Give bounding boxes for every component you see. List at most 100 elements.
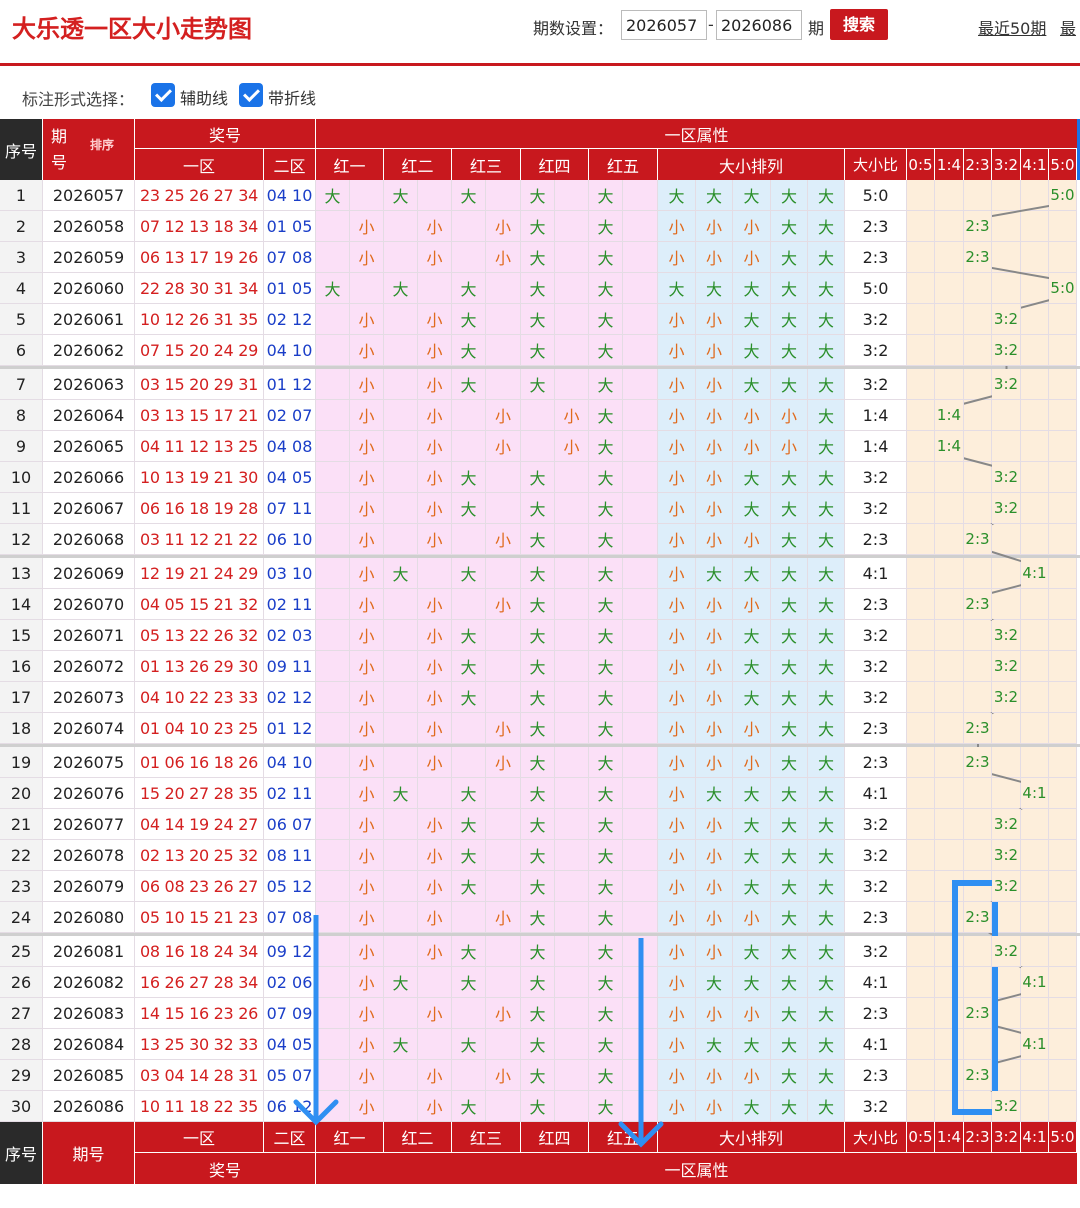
row-arr-5: 大	[808, 651, 845, 682]
row-arr-5: 大	[808, 242, 845, 273]
sort-button[interactable]: 排序	[82, 131, 122, 157]
row-ratio: 2:3	[845, 1060, 907, 1091]
row-red3-big	[452, 211, 486, 242]
row-red5-small	[623, 840, 658, 871]
row-ratio-cell	[1021, 369, 1049, 400]
row-ratio-cell	[1049, 620, 1077, 651]
row-ratio-cell	[964, 335, 992, 366]
row-period: 2026082	[43, 967, 135, 998]
row-ratio-cell	[1021, 589, 1049, 620]
row-red5-small	[623, 273, 658, 304]
row-red2-small: 小	[418, 651, 452, 682]
row-ratio-cell	[907, 242, 935, 273]
row-ratio-cell	[907, 211, 935, 242]
row-red-numbers: 14 15 16 23 26	[135, 998, 264, 1029]
row-red4-small	[555, 936, 589, 967]
header-ratio-4:1: 4:1	[1021, 149, 1049, 180]
row-arr-2: 小	[696, 462, 733, 493]
row-arr-1: 小	[658, 558, 696, 589]
row-blue-numbers: 04 08	[264, 431, 316, 462]
row-red2-small: 小	[418, 713, 452, 744]
row-seq: 10	[0, 462, 43, 493]
footer-awards: 奖号	[135, 1153, 316, 1184]
row-arr-5: 大	[808, 558, 845, 589]
row-ratio-cell	[907, 902, 935, 933]
row-ratio-cell	[992, 242, 1021, 273]
row-ratio-cell	[935, 682, 964, 713]
header-zone1-attr: 一区属性	[316, 119, 1077, 149]
row-red1-big	[316, 809, 350, 840]
row-arr-3: 大	[733, 1091, 771, 1122]
row-red3-small: 小	[486, 998, 521, 1029]
row-ratio-cell	[964, 462, 992, 493]
row-ratio-cell	[1021, 651, 1049, 682]
row-red3-small	[486, 871, 521, 902]
row-arr-2: 小	[696, 524, 733, 555]
row-red2-big: 大	[384, 778, 418, 809]
header-period-label: 期号	[51, 126, 68, 172]
row-period: 2026073	[43, 682, 135, 713]
row-seq: 22	[0, 840, 43, 871]
row-red3-big: 大	[452, 778, 486, 809]
row-red1-small: 小	[350, 1060, 384, 1091]
row-arr-4: 小	[771, 400, 808, 431]
row-arr-4: 大	[771, 242, 808, 273]
row-ratio-cell	[907, 524, 935, 555]
row-arr-1: 小	[658, 1029, 696, 1060]
row-period: 2026061	[43, 304, 135, 335]
row-red5-small	[623, 400, 658, 431]
row-period: 2026069	[43, 558, 135, 589]
row-ratio-cell	[1021, 747, 1049, 778]
row-ratio-cell	[1049, 713, 1077, 744]
header-ratio-5:0: 5:0	[1049, 149, 1077, 180]
row-arr-2: 小	[696, 840, 733, 871]
row-ratio-cell	[1049, 558, 1077, 589]
row-red2-small: 小	[418, 998, 452, 1029]
row-arr-3: 大	[733, 778, 771, 809]
row-arr-4: 大	[771, 558, 808, 589]
footer-ratio-0:5: 0:5	[907, 1122, 935, 1153]
row-red-numbers: 03 15 20 29 31	[135, 369, 264, 400]
row-ratio: 3:2	[845, 462, 907, 493]
row-ratio-cell	[1021, 1060, 1049, 1091]
row-period: 2026086	[43, 1091, 135, 1122]
row-ratio-cell	[935, 713, 964, 744]
row-ratio-hit: 3:2	[992, 462, 1021, 493]
row-period: 2026083	[43, 998, 135, 1029]
row-seq: 19	[0, 747, 43, 778]
row-red4-small	[555, 462, 589, 493]
row-red2-big	[384, 1060, 418, 1091]
row-red-numbers: 22 28 30 31 34	[135, 273, 264, 304]
row-red1-small: 小	[350, 1091, 384, 1122]
row-ratio-cell	[1021, 211, 1049, 242]
row-red4-big: 大	[521, 998, 555, 1029]
row-red4-small	[555, 967, 589, 998]
row-red3-small	[486, 180, 521, 211]
row-period: 2026063	[43, 369, 135, 400]
row-arr-2: 小	[696, 809, 733, 840]
row-arr-2: 小	[696, 871, 733, 902]
row-red1-big	[316, 840, 350, 871]
row-arr-4: 大	[771, 620, 808, 651]
row-red2-big: 大	[384, 967, 418, 998]
footer-size-arrangement: 大小排列	[658, 1122, 845, 1153]
row-blue-numbers: 07 08	[264, 902, 316, 933]
row-red4-big: 大	[521, 558, 555, 589]
row-ratio-cell	[1049, 304, 1077, 335]
row-ratio: 4:1	[845, 1029, 907, 1060]
row-ratio-cell	[992, 713, 1021, 744]
row-ratio-cell	[964, 809, 992, 840]
row-red5-small	[623, 620, 658, 651]
header-red-5: 红五	[589, 149, 658, 180]
row-seq: 29	[0, 1060, 43, 1091]
row-red1-big: 大	[316, 180, 350, 211]
row-arr-3: 大	[733, 936, 771, 967]
row-red5-big: 大	[589, 524, 623, 555]
row-arr-1: 小	[658, 902, 696, 933]
row-red4-big: 大	[521, 273, 555, 304]
row-red2-big: 大	[384, 558, 418, 589]
row-ratio-cell	[964, 493, 992, 524]
row-ratio-cell	[992, 589, 1021, 620]
row-arr-4: 大	[771, 493, 808, 524]
row-ratio: 2:3	[845, 998, 907, 1029]
